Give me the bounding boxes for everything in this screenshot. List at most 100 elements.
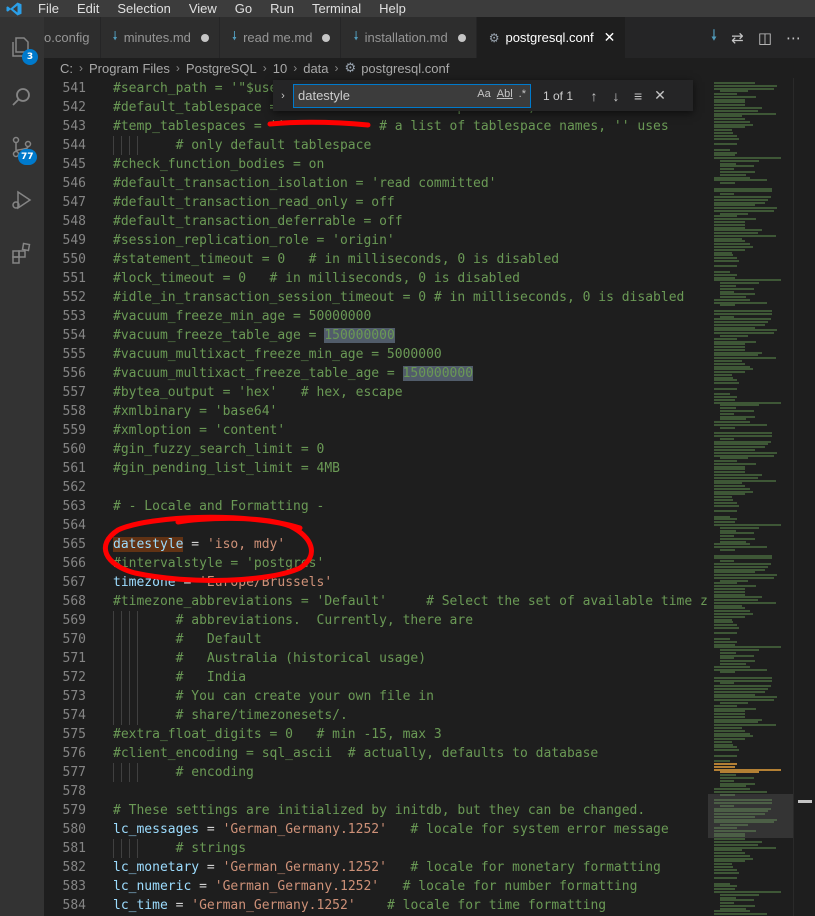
tab-postgresql-conf[interactable]: ⚙ postgresql.conf ✕ <box>476 17 627 58</box>
code-line[interactable]: 548 #default_transaction_deferrable = off <box>44 212 708 231</box>
minimap-line <box>714 435 772 438</box>
tab-installation-md[interactable]: 🠗 installation.md <box>341 17 477 58</box>
code-line[interactable]: 568 #timezone_abbreviations = 'Default' #… <box>44 592 708 611</box>
code-line[interactable]: 554 #vacuum_freeze_table_age = 150000000 <box>44 326 708 345</box>
menu-view[interactable]: View <box>179 1 225 16</box>
minimap-line <box>714 738 746 741</box>
code-line[interactable]: 563 # - Locale and Formatting - <box>44 497 708 516</box>
code-line[interactable]: 576 #client_encoding = sql_ascii # actual… <box>44 744 708 763</box>
minimap-line <box>714 118 745 121</box>
minimap-line <box>720 182 736 185</box>
chevron-right-icon[interactable]: › <box>273 90 293 102</box>
source-control-icon[interactable]: 77 <box>0 127 44 167</box>
code-line[interactable]: 561 #gin_pending_list_limit = 4MB <box>44 459 708 478</box>
code-line[interactable]: 574 # share/timezonesets/. <box>44 706 708 725</box>
minimap-line <box>714 240 745 243</box>
match-case-toggle[interactable]: Aa <box>477 88 490 100</box>
minimap-line <box>720 407 737 410</box>
close-icon[interactable]: ✕ <box>604 29 616 46</box>
unsaved-dot-icon[interactable] <box>200 33 209 42</box>
code-line[interactable]: 578 <box>44 782 708 801</box>
regex-toggle[interactable]: .* <box>519 88 526 100</box>
code-line[interactable]: 584 lc_time = 'German_Germany.1252' # loc… <box>44 896 708 915</box>
code-line[interactable]: 556 #vacuum_multixact_freeze_table_age = … <box>44 364 708 383</box>
code-line[interactable]: 558 #xmlbinary = 'base64' <box>44 402 708 421</box>
code-line[interactable]: 583 lc_numeric = 'German_Germany.1252' # … <box>44 877 708 896</box>
code-line[interactable]: 570 # Default <box>44 630 708 649</box>
code-line[interactable]: 567 timezone = 'Europe/Brussels' <box>44 573 708 592</box>
code-line[interactable]: 566 #intervalstyle = 'postgres' <box>44 554 708 573</box>
extensions-icon[interactable] <box>0 233 44 273</box>
menu-selection[interactable]: Selection <box>107 1 178 16</box>
menu-run[interactable]: Run <box>260 1 302 16</box>
minimap-line <box>720 785 746 788</box>
code-line[interactable]: 545 #check_function_bodies = on <box>44 155 708 174</box>
code-line[interactable]: 580 lc_messages = 'German_Germany.1252' #… <box>44 820 708 839</box>
line-number: 572 <box>62 670 86 685</box>
breadcrumb-item[interactable]: 10 <box>273 61 287 76</box>
code-line[interactable]: 555 #vacuum_multixact_freeze_min_age = 50… <box>44 345 708 364</box>
code-line[interactable]: 572 # India <box>44 668 708 687</box>
code-line[interactable]: 575 #extra_float_digits = 0 # min -15, ma… <box>44 725 708 744</box>
code-line[interactable]: 547 #default_transaction_read_only = off <box>44 193 708 212</box>
chevron-right-icon: › <box>334 61 339 75</box>
code-line[interactable]: 546 #default_transaction_isolation = 'rea… <box>44 174 708 193</box>
menu-file[interactable]: File <box>28 1 67 16</box>
markdown-icon[interactable]: 🠗 <box>711 25 717 50</box>
code-line[interactable]: 562 <box>44 478 708 497</box>
split-editor-icon[interactable]: ◫ <box>758 29 772 47</box>
code-line[interactable]: 560 #gin_fuzzy_search_limit = 0 <box>44 440 708 459</box>
minimap-slider[interactable] <box>708 794 793 838</box>
find-in-selection-icon[interactable]: ≡ <box>627 88 649 104</box>
code-line[interactable]: 581 # strings <box>44 839 708 858</box>
code-line[interactable]: 582 lc_monetary = 'German_Germany.1252' #… <box>44 858 708 877</box>
close-icon[interactable]: ✕ <box>649 87 671 104</box>
breadcrumb-item[interactable]: postgresql.conf <box>361 61 449 76</box>
code-line[interactable]: 569 # abbreviations. Currently, there ar… <box>44 611 708 630</box>
minimap-line <box>714 515 731 518</box>
line-number: 544 <box>62 138 86 153</box>
run-debug-icon[interactable] <box>0 180 44 220</box>
breadcrumb-item[interactable]: PostgreSQL <box>186 61 257 76</box>
breadcrumb-item[interactable]: Program Files <box>89 61 170 76</box>
vertical-scrollbar[interactable] <box>793 78 815 916</box>
code-line[interactable]: 559 #xmloption = 'content' <box>44 421 708 440</box>
code-line[interactable]: 544 # only default tablespace <box>44 136 708 155</box>
tab-read-me-md[interactable]: 🠗 read me.md <box>219 17 342 58</box>
code-line[interactable]: 557 #bytea_output = 'hex' # hex, escape <box>44 383 708 402</box>
whole-word-toggle[interactable]: Abl <box>497 88 513 100</box>
code-line[interactable]: 573 # You can create your own file in <box>44 687 708 706</box>
find-input[interactable]: datestyle Aa Abl .* <box>293 83 531 108</box>
menu-go[interactable]: Go <box>225 1 260 16</box>
code-line[interactable]: 549 #session_replication_role = 'origin' <box>44 231 708 250</box>
arrow-up-icon[interactable]: ↑ <box>583 88 605 104</box>
arrow-down-icon[interactable]: ↓ <box>605 88 627 104</box>
code-line[interactable]: 543 #temp_tablespaces = '' # a list of ta… <box>44 117 708 136</box>
breadcrumb-item[interactable]: C: <box>60 61 73 76</box>
tab-minutes-md[interactable]: 🠗 minutes.md <box>100 17 220 58</box>
search-icon[interactable] <box>0 77 44 117</box>
minimap[interactable] <box>708 78 793 916</box>
code-editor[interactable]: 541#search_path = '"$user", public' # sc… <box>44 78 708 916</box>
menu-help[interactable]: Help <box>369 1 414 16</box>
unsaved-dot-icon[interactable] <box>457 33 466 42</box>
more-actions-icon[interactable]: ⋯ <box>786 29 801 47</box>
code-line[interactable]: 579 # These settings are initialized by i… <box>44 801 708 820</box>
code-line[interactable]: 565 datestyle = 'iso, mdy' <box>44 535 708 554</box>
minimap-line <box>714 232 759 235</box>
code-line[interactable]: 553 #vacuum_freeze_min_age = 50000000 <box>44 307 708 326</box>
code-line[interactable]: 577 # encoding <box>44 763 708 782</box>
code-line[interactable]: 552 #idle_in_transaction_session_timeout … <box>44 288 708 307</box>
code-line[interactable]: 571 # Australia (historical usage) <box>44 649 708 668</box>
unsaved-dot-icon[interactable] <box>322 33 331 42</box>
breadcrumb-item[interactable]: data <box>303 61 328 76</box>
menu-terminal[interactable]: Terminal <box>302 1 369 16</box>
explorer-icon[interactable]: 3 <box>0 27 44 67</box>
code-line[interactable]: 550 #statement_timeout = 0 # in milliseco… <box>44 250 708 269</box>
tab-o-config[interactable]: o.config <box>44 17 101 58</box>
code-line[interactable]: 551 #lock_timeout = 0 # in milliseconds, … <box>44 269 708 288</box>
compare-changes-icon[interactable]: ⇄ <box>731 29 744 47</box>
minimap-line <box>714 668 767 671</box>
code-line[interactable]: 564 <box>44 516 708 535</box>
menu-edit[interactable]: Edit <box>67 1 107 16</box>
